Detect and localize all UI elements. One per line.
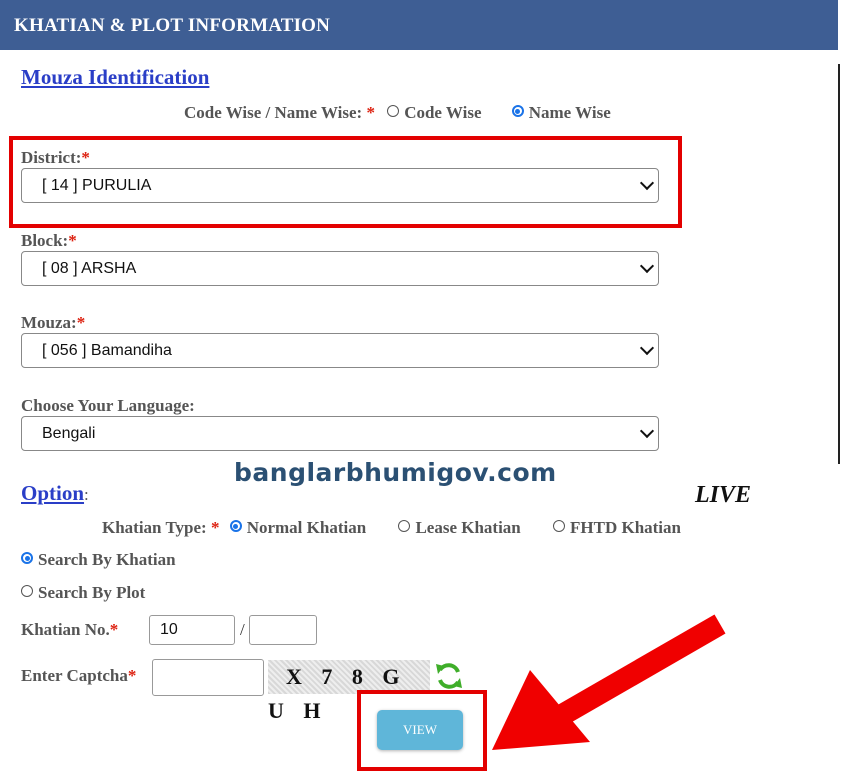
chevron-down-icon xyxy=(639,340,655,356)
refresh-icon[interactable] xyxy=(434,660,464,692)
fhtd-khatian-radio[interactable] xyxy=(553,520,565,533)
khatian-no-label-row: Khatian No.* xyxy=(21,620,118,640)
name-wise-label: Name Wise xyxy=(528,103,611,122)
option-colon: : xyxy=(84,485,89,504)
chevron-down-icon xyxy=(639,258,655,274)
option-link[interactable]: Option xyxy=(21,481,84,505)
mouza-identification-link[interactable]: Mouza Identification xyxy=(21,65,209,90)
required-mark: * xyxy=(76,313,86,332)
code-wise-option[interactable]: Code Wise xyxy=(387,103,486,122)
required-mark: * xyxy=(210,518,220,537)
live-label: LIVE xyxy=(695,482,752,508)
lease-khatian-option[interactable]: Lease Khatian xyxy=(398,518,525,537)
block-value: [ 08 ] ARSHA xyxy=(42,260,137,277)
khatian-type-row: Khatian Type: * Normal Khatian Lease Kha… xyxy=(102,518,681,538)
language-label: Choose Your Language: xyxy=(21,396,195,415)
name-wise-option[interactable]: Name Wise xyxy=(511,103,611,122)
arrow-pointer-icon xyxy=(492,614,726,750)
normal-khatian-radio[interactable] xyxy=(229,520,242,533)
mouza-label: Mouza: xyxy=(21,313,77,332)
code-wise-label: Code Wise xyxy=(404,103,482,122)
district-highlight-box xyxy=(9,136,682,228)
search-by-khatian-radio[interactable] xyxy=(21,552,33,565)
mouza-value: [ 056 ] Bamandiha xyxy=(42,342,172,359)
mode-row: Code Wise / Name Wise: * Code Wise Name … xyxy=(184,103,611,123)
required-mark: * xyxy=(366,103,375,122)
khatian-no-separator: / xyxy=(240,620,245,639)
mouza-label-row: Mouza:* xyxy=(21,313,85,333)
search-by-khatian-option[interactable]: Search By Khatian xyxy=(21,550,176,570)
search-by-khatian-label: Search By Khatian xyxy=(38,550,176,569)
block-select[interactable]: [ 08 ] ARSHA xyxy=(21,251,659,286)
fhtd-khatian-option[interactable]: FHTD Khatian xyxy=(553,518,681,537)
required-mark: * xyxy=(127,666,137,685)
language-select[interactable]: Bengali xyxy=(21,416,659,451)
name-wise-radio[interactable] xyxy=(511,105,524,118)
search-by-plot-option[interactable]: Search By Plot xyxy=(21,583,145,603)
lease-khatian-label: Lease Khatian xyxy=(415,518,521,537)
required-mark: * xyxy=(109,620,119,639)
lease-khatian-radio[interactable] xyxy=(398,520,411,533)
panel-border xyxy=(838,64,840,464)
required-mark: * xyxy=(68,231,77,250)
khatian-no-label: Khatian No. xyxy=(21,620,110,639)
view-highlight-box xyxy=(357,690,487,771)
fhtd-khatian-label: FHTD Khatian xyxy=(570,518,681,537)
search-by-plot-label: Search By Plot xyxy=(38,583,146,602)
language-value: Bengali xyxy=(42,425,96,442)
captcha-label: Enter Captcha xyxy=(21,666,128,685)
captcha-label-row: Enter Captcha* xyxy=(21,666,136,686)
search-by-plot-radio[interactable] xyxy=(21,585,33,598)
block-label: Block: xyxy=(21,231,69,250)
captcha-image: X 7 8 G U H xyxy=(268,660,430,723)
block-label-row: Block:* xyxy=(21,231,77,251)
khatian-no-sub-input[interactable] xyxy=(249,615,317,645)
option-heading: Option: xyxy=(21,481,89,506)
normal-khatian-label: Normal Khatian xyxy=(246,518,367,537)
site-watermark: banglarbhumigov.com xyxy=(234,458,557,487)
khatian-no-input[interactable]: 10 xyxy=(149,615,235,645)
mouza-select[interactable]: [ 056 ] Bamandiha xyxy=(21,333,659,368)
header-title: KHATIAN & PLOT INFORMATION xyxy=(14,15,331,36)
code-wise-radio[interactable] xyxy=(387,105,400,118)
captcha-input[interactable] xyxy=(152,659,264,696)
page-header: KHATIAN & PLOT INFORMATION xyxy=(0,0,838,50)
chevron-down-icon xyxy=(639,423,655,439)
khatian-type-label: Khatian Type: xyxy=(102,518,207,537)
normal-khatian-option[interactable]: Normal Khatian xyxy=(229,518,371,537)
mode-label: Code Wise / Name Wise: xyxy=(184,103,363,122)
